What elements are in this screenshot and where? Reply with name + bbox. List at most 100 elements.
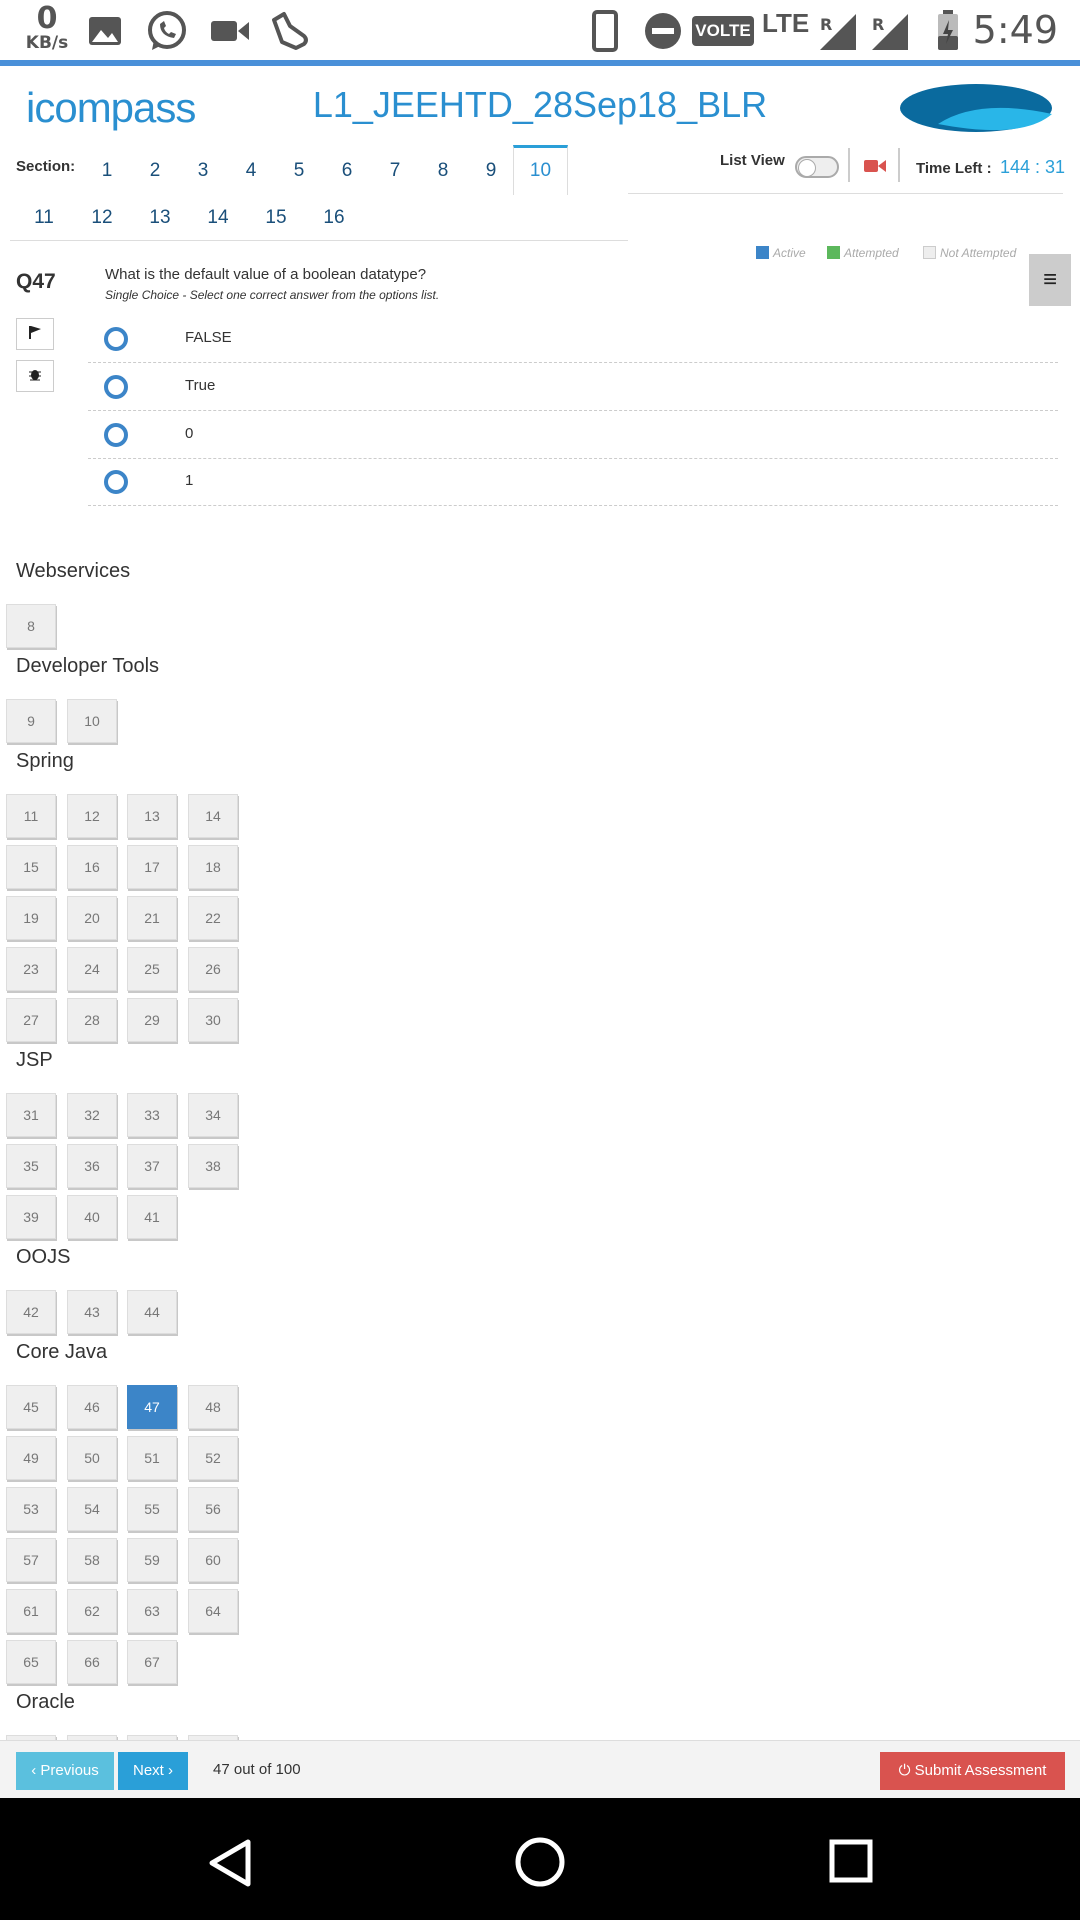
palette-question-button[interactable]: 53 (6, 1487, 56, 1531)
section-tab-4[interactable]: 4 (231, 160, 271, 182)
palette-question-button[interactable]: 54 (67, 1487, 117, 1531)
palette-question-button[interactable]: 30 (188, 998, 238, 1042)
report-bug-button[interactable] (16, 360, 54, 392)
palette-question-button[interactable]: 44 (127, 1290, 177, 1334)
palette-question-button[interactable]: 37 (127, 1144, 177, 1188)
palette-question-button[interactable]: 40 (67, 1195, 117, 1239)
section-tab-8[interactable]: 8 (423, 160, 463, 182)
palette-question-button[interactable]: 32 (67, 1093, 117, 1137)
palette-question-button[interactable]: 27 (6, 998, 56, 1042)
palette-question-button[interactable]: 9 (6, 699, 56, 743)
option-label: 0 (185, 425, 194, 442)
home-icon[interactable] (514, 1836, 566, 1888)
section-tab-9[interactable]: 9 (471, 160, 511, 182)
section-tab-7[interactable]: 7 (375, 160, 415, 182)
palette-question-button[interactable]: 48 (188, 1385, 238, 1429)
recents-icon[interactable] (828, 1838, 874, 1884)
palette-question-button[interactable]: 60 (188, 1538, 238, 1582)
palette-question-button[interactable]: 65 (6, 1640, 56, 1684)
answer-option[interactable]: FALSE (88, 315, 1058, 363)
palette-question-button[interactable]: 26 (188, 947, 238, 991)
palette-question-button[interactable]: 35 (6, 1144, 56, 1188)
list-view-toggle[interactable] (795, 156, 839, 178)
back-icon[interactable] (208, 1838, 254, 1888)
palette-question-button[interactable]: 55 (127, 1487, 177, 1531)
palette-question-button[interactable]: 28 (67, 998, 117, 1042)
next-button[interactable]: Next › (118, 1752, 188, 1790)
section-tab-1[interactable]: 1 (87, 160, 127, 182)
status-bar: 0 KB/s VOLTE LTE R R 5:49 (0, 0, 1080, 66)
palette-question-button[interactable]: 23 (6, 947, 56, 991)
palette-question-button[interactable]: 8 (6, 604, 56, 648)
palette-question-button[interactable]: 15 (6, 845, 56, 889)
network-speed: 0 KB/s (22, 4, 72, 53)
palette-question-button[interactable]: 34 (188, 1093, 238, 1137)
section-tab-16[interactable]: 16 (314, 207, 354, 229)
palette-question-button[interactable]: 43 (67, 1290, 117, 1334)
palette-question-button[interactable]: 47 (127, 1385, 177, 1429)
palette-question-button[interactable]: 18 (188, 845, 238, 889)
palette-question-button[interactable]: 62 (67, 1589, 117, 1633)
section-tab-6[interactable]: 6 (327, 160, 367, 182)
option-radio[interactable] (104, 423, 128, 447)
palette-question-button[interactable]: 67 (127, 1640, 177, 1684)
footer-bar: ‹ Previous Next › 47 out of 100 ⏻ Submit… (0, 1740, 1080, 1798)
answer-option[interactable]: 1 (88, 458, 1058, 506)
palette-question-button[interactable]: 66 (67, 1640, 117, 1684)
palette-question-button[interactable]: 42 (6, 1290, 56, 1334)
palette-question-button[interactable]: 29 (127, 998, 177, 1042)
palette-question-button[interactable]: 46 (67, 1385, 117, 1429)
section-tab-14[interactable]: 14 (198, 207, 238, 229)
palette-question-button[interactable]: 50 (67, 1436, 117, 1480)
palette-question-button[interactable]: 14 (188, 794, 238, 838)
section-tab-3[interactable]: 3 (183, 160, 223, 182)
palette-question-button[interactable]: 21 (127, 896, 177, 940)
answer-option[interactable]: True (88, 363, 1058, 411)
hamburger-menu-icon[interactable]: ≡ (1029, 254, 1071, 306)
palette-question-button[interactable]: 22 (188, 896, 238, 940)
palette-question-button[interactable]: 61 (6, 1589, 56, 1633)
palette-question-button[interactable]: 17 (127, 845, 177, 889)
section-tab-5[interactable]: 5 (279, 160, 319, 182)
option-radio[interactable] (104, 470, 128, 494)
flag-button[interactable] (16, 318, 54, 350)
option-radio[interactable] (104, 375, 128, 399)
section-tab-10[interactable]: 10 (513, 145, 568, 195)
palette-question-button[interactable]: 33 (127, 1093, 177, 1137)
section-tab-15[interactable]: 15 (256, 207, 296, 229)
palette-question-button[interactable]: 64 (188, 1589, 238, 1633)
palette-question-button[interactable]: 39 (6, 1195, 56, 1239)
palette-question-button[interactable]: 63 (127, 1589, 177, 1633)
palette-question-button[interactable]: 20 (67, 896, 117, 940)
palette-question-button[interactable]: 12 (67, 794, 117, 838)
palette-question-button[interactable]: 25 (127, 947, 177, 991)
answer-option[interactable]: 0 (88, 411, 1058, 459)
palette-question-button[interactable]: 13 (127, 794, 177, 838)
palette-question-button[interactable]: 24 (67, 947, 117, 991)
camera-icon[interactable] (864, 158, 886, 174)
section-tab-2[interactable]: 2 (135, 160, 175, 182)
palette-question-button[interactable]: 10 (67, 699, 117, 743)
palette-question-button[interactable]: 49 (6, 1436, 56, 1480)
palette-question-button[interactable]: 45 (6, 1385, 56, 1429)
option-radio[interactable] (104, 327, 128, 351)
palette-question-button[interactable]: 36 (67, 1144, 117, 1188)
palette-question-button[interactable]: 16 (67, 845, 117, 889)
palette-question-button[interactable]: 58 (67, 1538, 117, 1582)
palette-question-button[interactable]: 19 (6, 896, 56, 940)
submit-assessment-button[interactable]: ⏻ Submit Assessment (880, 1752, 1065, 1790)
section-tab-11[interactable]: 11 (24, 207, 64, 229)
legend-attempted-label: Attempted (844, 246, 899, 260)
section-tab-12[interactable]: 12 (82, 207, 122, 229)
palette-question-button[interactable]: 59 (127, 1538, 177, 1582)
section-tab-13[interactable]: 13 (140, 207, 180, 229)
palette-question-button[interactable]: 51 (127, 1436, 177, 1480)
palette-question-button[interactable]: 52 (188, 1436, 238, 1480)
palette-question-button[interactable]: 56 (188, 1487, 238, 1531)
palette-question-button[interactable]: 31 (6, 1093, 56, 1137)
palette-question-button[interactable]: 11 (6, 794, 56, 838)
previous-button[interactable]: ‹ Previous (16, 1752, 114, 1790)
palette-question-button[interactable]: 38 (188, 1144, 238, 1188)
palette-question-button[interactable]: 57 (6, 1538, 56, 1582)
palette-question-button[interactable]: 41 (127, 1195, 177, 1239)
